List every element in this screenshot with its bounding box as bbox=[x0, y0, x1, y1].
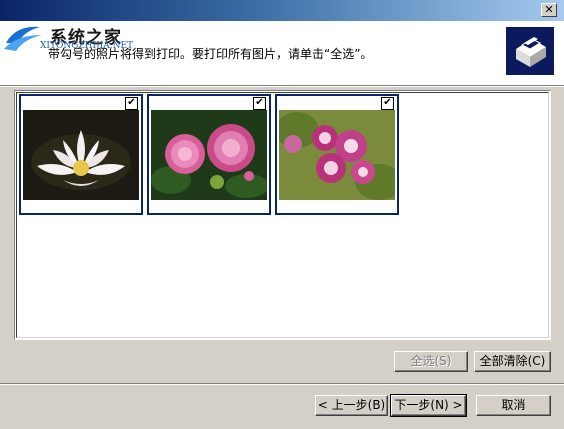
photo-lotus bbox=[23, 110, 139, 200]
close-button[interactable]: ✕ bbox=[541, 3, 557, 17]
photo-geranium bbox=[279, 110, 395, 200]
back-button[interactable]: < 上一步(B) bbox=[315, 395, 388, 416]
title-bar: ✕ bbox=[0, 0, 564, 21]
photo-peony bbox=[151, 110, 267, 200]
clear-all-button[interactable]: 全部清除(C) bbox=[474, 351, 551, 372]
thumbnail-peony[interactable]: ✔ bbox=[147, 94, 271, 215]
printer-icon bbox=[506, 27, 554, 75]
wizard-header: 系统之家 XITONGZHIJIA.NET 带勾号的照片将得到打印。要打印所有图… bbox=[0, 21, 564, 86]
select-all-button[interactable]: 全选(S) bbox=[394, 351, 468, 372]
checkbox-peony[interactable]: ✔ bbox=[253, 97, 266, 110]
cancel-button[interactable]: 取消 bbox=[476, 395, 551, 416]
photo-gallery[interactable]: ✔ ✔ ✔ bbox=[14, 90, 551, 340]
instruction-text: 带勾号的照片将得到打印。要打印所有图片，请单击“全选”。 bbox=[48, 47, 373, 61]
thumbnail-lotus[interactable]: ✔ bbox=[19, 94, 143, 215]
checkbox-geranium[interactable]: ✔ bbox=[381, 97, 394, 110]
thumbnail-geranium[interactable]: ✔ bbox=[275, 94, 399, 215]
button-separator bbox=[0, 383, 564, 385]
checkbox-lotus[interactable]: ✔ bbox=[125, 97, 138, 110]
next-button[interactable]: 下一步(N) > bbox=[390, 394, 467, 417]
